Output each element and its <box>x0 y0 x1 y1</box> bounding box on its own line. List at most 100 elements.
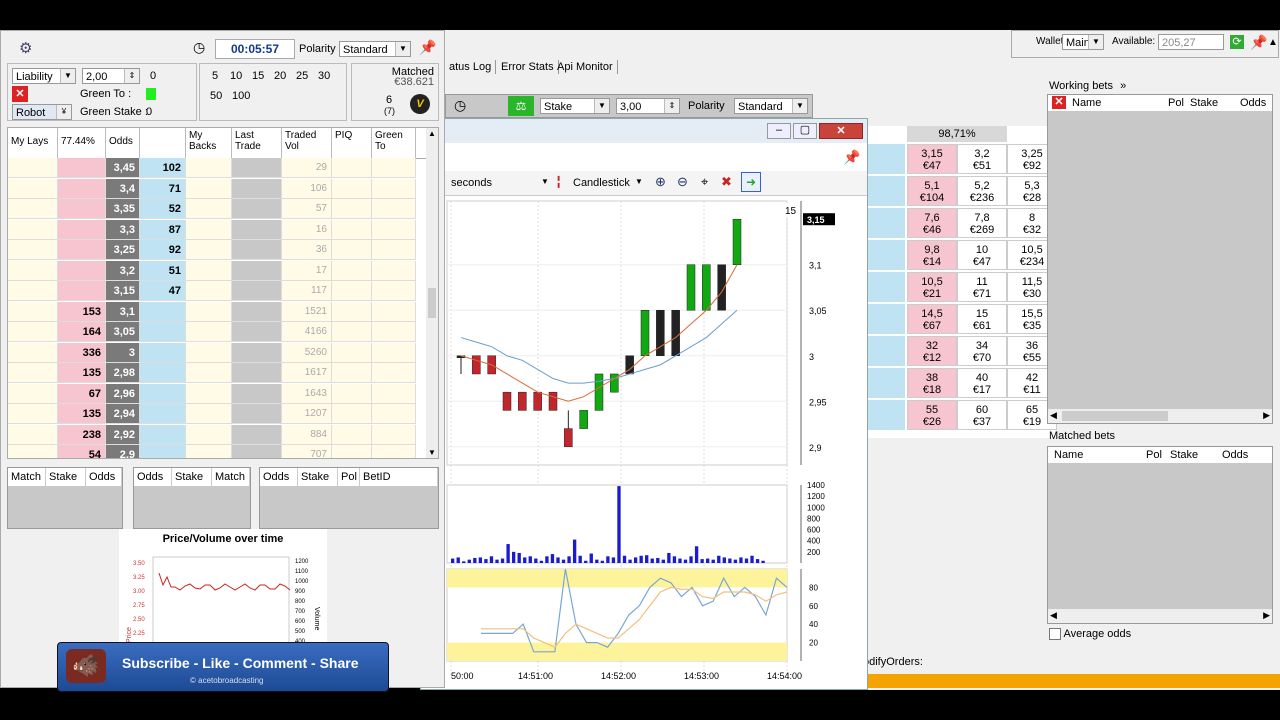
close-icon[interactable]: ✕ <box>12 86 28 102</box>
col-odds[interactable]: Odds <box>1240 97 1266 109</box>
market-price-cell[interactable]: 15 €61 <box>957 304 1007 334</box>
lay-amount-cell[interactable] <box>58 199 106 219</box>
col-betid[interactable]: BetID <box>360 468 438 486</box>
col-my-backs[interactable]: My Backs <box>186 128 232 158</box>
col-stake[interactable]: Stake <box>1170 449 1198 461</box>
back-amount-cell[interactable] <box>140 404 186 424</box>
col-match[interactable]: Match <box>8 468 46 486</box>
zoom-out-icon[interactable]: ⊖ <box>677 174 688 190</box>
col-stake[interactable]: Stake <box>46 468 86 486</box>
market-price-cell[interactable]: 60 €37 <box>957 400 1007 430</box>
market-price-cell[interactable]: 38 €18 <box>907 368 957 398</box>
next-arrow-icon[interactable]: ➜ <box>741 172 761 192</box>
market-price-cell[interactable]: 7,8 €269 <box>957 208 1007 238</box>
pin-icon[interactable]: 📌 <box>1250 34 1267 51</box>
market-price-cell[interactable]: 5,2 €236 <box>957 176 1007 206</box>
pin-icon[interactable]: 📌 <box>419 39 436 56</box>
col-name[interactable]: Name <box>1072 97 1101 109</box>
lay-amount-cell[interactable] <box>58 240 106 260</box>
back-amount-cell[interactable] <box>140 424 186 445</box>
clock-icon[interactable]: ◷ <box>454 97 466 114</box>
back-amount-cell[interactable]: 71 <box>140 178 186 199</box>
lay-amount-cell[interactable] <box>58 219 106 240</box>
back-amount-cell[interactable]: 87 <box>140 219 186 240</box>
lay-amount-cell[interactable] <box>58 178 106 199</box>
scroll-up-icon[interactable]: ▲ <box>428 129 436 138</box>
back-amount-cell[interactable] <box>140 445 186 458</box>
lay-amount-cell[interactable]: 54 <box>58 445 106 458</box>
quick-stake-20[interactable]: 20 <box>274 70 286 82</box>
clear-icon[interactable]: ✖ <box>721 174 732 190</box>
wallet-select[interactable]: Main ▼ <box>1062 34 1104 50</box>
lay-amount-cell[interactable]: 135 <box>58 363 106 383</box>
zoom-in-icon[interactable]: ⊕ <box>655 174 666 190</box>
market-price-cell[interactable]: 11 €71 <box>957 272 1007 302</box>
tab-status-log[interactable]: atus Log <box>445 60 497 74</box>
col-pol[interactable]: Pol <box>1146 449 1162 461</box>
col-lay-percent[interactable]: 77.44% <box>58 128 106 158</box>
polarity-select[interactable]: Standard ▼ <box>734 98 808 114</box>
market-price-cell[interactable]: 3,15 €47 <box>907 144 957 174</box>
market-price-cell[interactable]: 5,1 €104 <box>907 176 957 206</box>
col-odds[interactable]: Odds <box>260 468 298 486</box>
market-price-cell[interactable]: 40 €17 <box>957 368 1007 398</box>
back-amount-cell[interactable]: 51 <box>140 260 186 281</box>
quick-stake-50[interactable]: 50 <box>210 90 222 102</box>
polarity-select[interactable]: Standard ▼ <box>339 41 411 57</box>
quick-stake-5[interactable]: 5 <box>212 70 218 82</box>
scroll-left-icon[interactable]: ◀ <box>1050 610 1057 621</box>
col-stake[interactable]: Stake <box>172 468 212 486</box>
scroll-thumb[interactable] <box>1062 411 1168 421</box>
col-stake[interactable]: Stake <box>298 468 338 486</box>
lay-amount-cell[interactable] <box>58 260 106 281</box>
market-price-cell[interactable]: 34 €70 <box>957 336 1007 366</box>
lay-amount-cell[interactable]: 164 <box>58 322 106 342</box>
quick-stake-100[interactable]: 100 <box>232 90 250 102</box>
close-icon[interactable]: ✕ <box>1052 96 1066 109</box>
market-price-cell[interactable]: 9,8 €14 <box>907 240 957 270</box>
lay-amount-cell[interactable]: 153 <box>58 301 106 322</box>
settings-gear-icon[interactable]: ⚙ <box>19 39 32 57</box>
market-price-cell[interactable]: 10,5 €21 <box>907 272 957 302</box>
col-stake[interactable]: Stake <box>1190 97 1218 109</box>
col-last-trade[interactable]: Last Trade <box>232 128 282 158</box>
refresh-icon[interactable]: ⟳ <box>1230 35 1244 49</box>
market-price-cell[interactable]: 55 €26 <box>907 400 957 430</box>
lay-amount-cell[interactable]: 238 <box>58 424 106 445</box>
lay-amount-cell[interactable]: 336 <box>58 342 106 363</box>
market-price-cell[interactable]: 14,5 €67 <box>907 304 957 334</box>
back-amount-cell[interactable] <box>140 322 186 342</box>
lay-amount-cell[interactable] <box>58 281 106 301</box>
quick-stake-25[interactable]: 25 <box>296 70 308 82</box>
scale-icon[interactable]: ⚖ <box>508 96 534 116</box>
tab-error-stats[interactable]: Error Stats <box>497 60 559 74</box>
col-pol[interactable]: Pol <box>1168 97 1184 109</box>
col-match[interactable]: Match <box>212 468 250 486</box>
market-price-cell[interactable]: 3,2 €51 <box>957 144 1007 174</box>
quick-stake-10[interactable]: 10 <box>230 70 242 82</box>
scroll-thumb[interactable] <box>428 288 436 318</box>
col-piq[interactable]: PIQ <box>332 128 372 158</box>
minimize-button[interactable]: – <box>767 123 791 139</box>
back-amount-cell[interactable] <box>140 363 186 383</box>
chart-kind-value[interactable]: Candlestick <box>573 177 630 189</box>
collapse-icon[interactable]: ▲ <box>1268 37 1278 48</box>
col-back-volume[interactable] <box>140 128 186 158</box>
col-my-lays[interactable]: My Lays <box>8 128 58 158</box>
pin-icon[interactable]: 📌 <box>843 149 860 166</box>
col-odds[interactable]: Odds <box>86 468 122 486</box>
back-amount-cell[interactable]: 47 <box>140 281 186 301</box>
back-amount-cell[interactable]: 102 <box>140 158 186 178</box>
subscribe-banner[interactable]: 🐗 Subscribe - Like - Comment - Share © a… <box>57 642 389 692</box>
average-odds-checkbox[interactable] <box>1049 628 1061 641</box>
col-odds[interactable]: Odds <box>1222 449 1248 461</box>
working-hscrollbar[interactable]: ◀ ▶ <box>1048 409 1272 423</box>
quick-stake-30[interactable]: 30 <box>318 70 330 82</box>
col-name[interactable]: Name <box>1054 449 1083 461</box>
back-amount-cell[interactable] <box>140 301 186 322</box>
stake-type-select[interactable]: Stake ▼ <box>540 98 610 114</box>
liability-select[interactable]: Liability ▼ <box>12 68 76 84</box>
col-green-to[interactable]: Green To <box>372 128 416 158</box>
crosshair-icon[interactable]: ⌖ <box>701 174 708 190</box>
back-amount-cell[interactable] <box>140 342 186 363</box>
